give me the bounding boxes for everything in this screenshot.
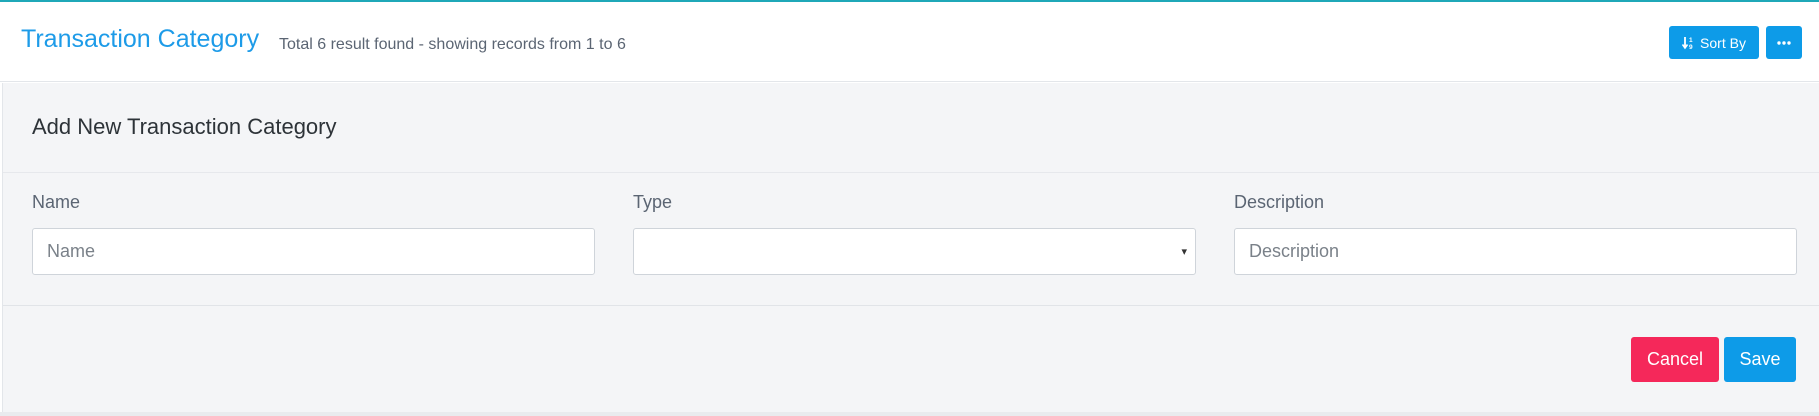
page-title: Transaction Category — [21, 25, 260, 53]
bottom-edge — [0, 412, 1819, 416]
svg-text:9: 9 — [1689, 44, 1693, 50]
name-field-box — [32, 228, 595, 275]
description-input[interactable] — [1235, 229, 1796, 274]
app-frame: Transaction Category Total 6 result foun… — [0, 0, 1819, 416]
sort-by-label: Sort By — [1700, 34, 1746, 51]
more-options-button[interactable] — [1766, 26, 1802, 59]
form-title: Add New Transaction Category — [32, 114, 337, 139]
ellipsis-icon — [1777, 40, 1791, 45]
sort-numeric-icon: 1 9 — [1682, 36, 1696, 50]
type-select[interactable]: ▾ — [633, 228, 1196, 275]
type-label: Type — [633, 192, 673, 212]
page-header: Transaction Category Total 6 result foun… — [0, 2, 1819, 82]
caret-down-icon: ▾ — [1181, 246, 1187, 258]
save-button[interactable]: Save — [1724, 337, 1796, 382]
cancel-button[interactable]: Cancel — [1631, 337, 1719, 382]
divider — [3, 172, 1819, 173]
sort-by-button[interactable]: 1 9 Sort By — [1669, 26, 1759, 59]
description-label: Description — [1234, 192, 1325, 212]
description-field-box — [1234, 228, 1797, 275]
name-input[interactable] — [33, 229, 594, 274]
add-category-panel: Add New Transaction Category Name Type ▾… — [2, 83, 1819, 413]
divider — [3, 305, 1819, 306]
name-label: Name — [32, 192, 81, 212]
svg-text:1: 1 — [1689, 37, 1693, 44]
result-summary: Total 6 result found - showing records f… — [279, 36, 626, 53]
